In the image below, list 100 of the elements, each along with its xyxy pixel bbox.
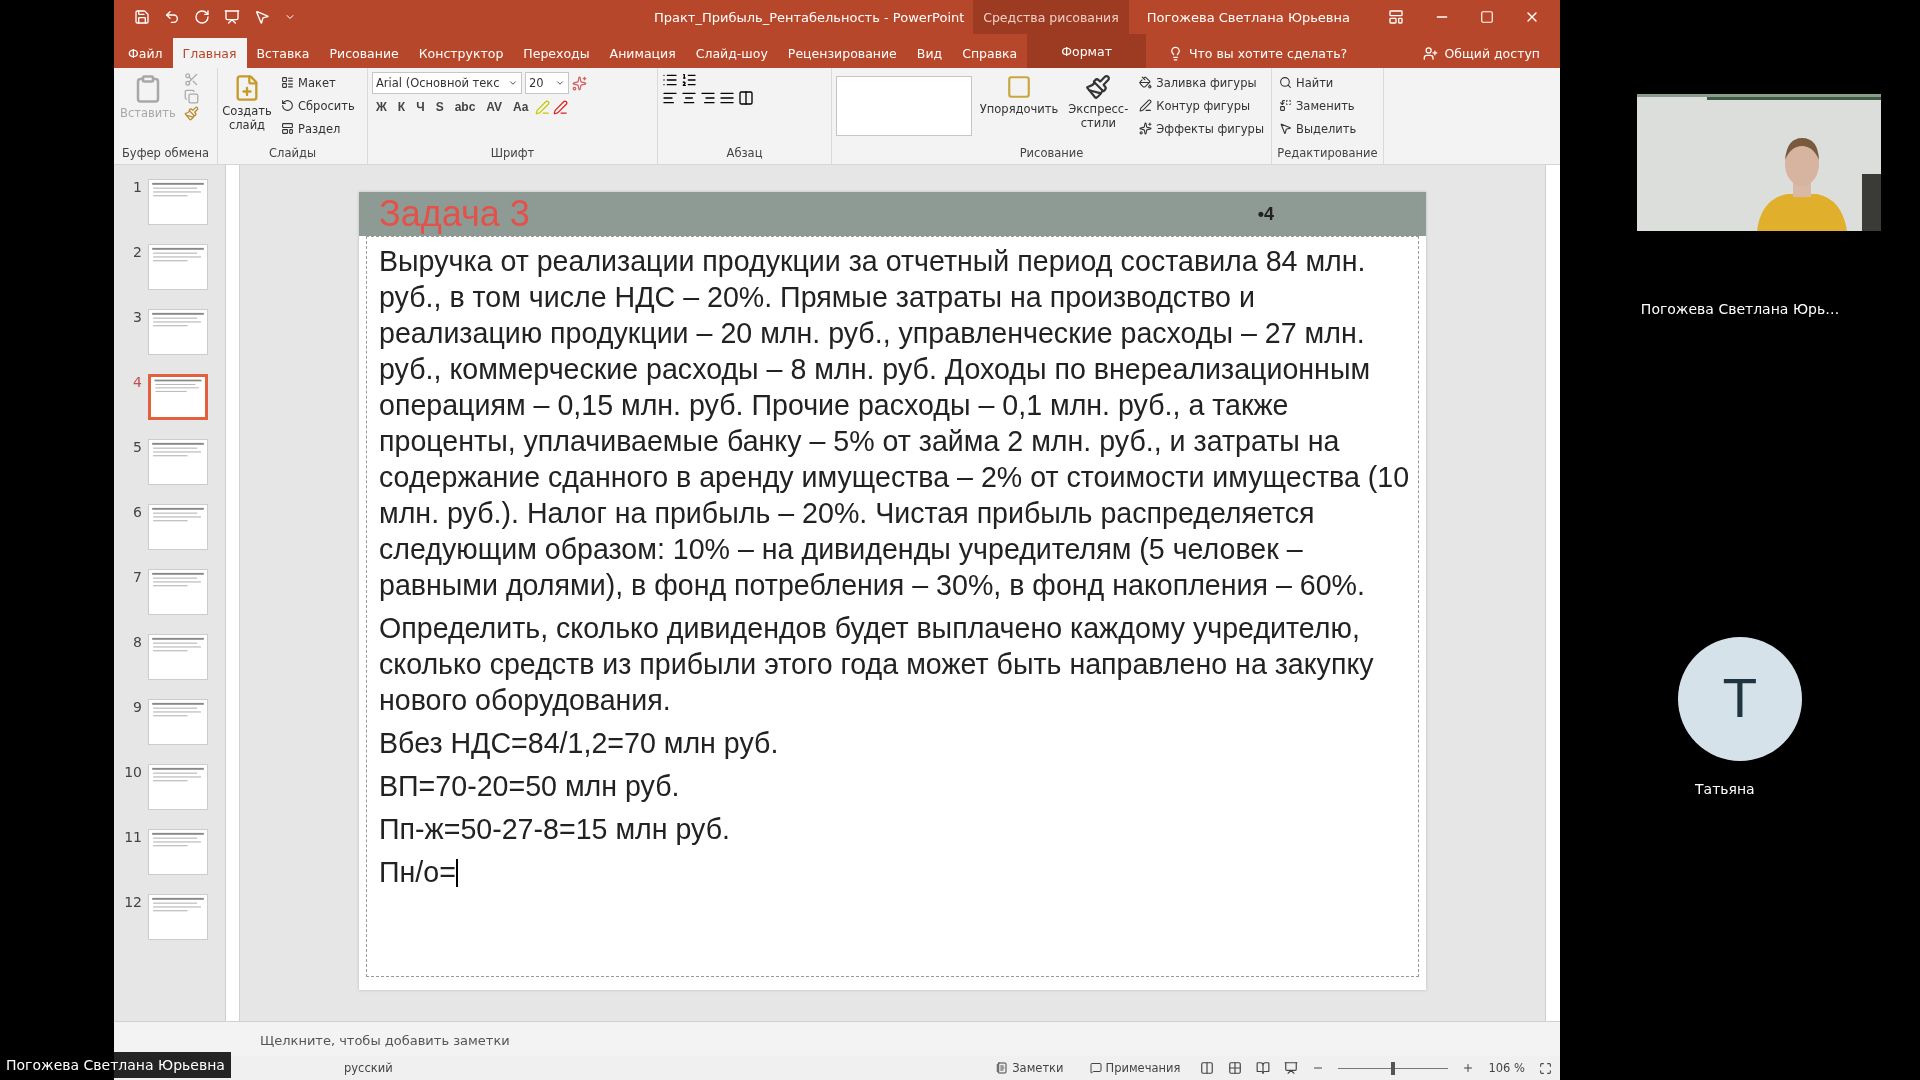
maximize-icon[interactable] <box>1480 10 1494 24</box>
ribbon-tab[interactable]: Справка <box>952 38 1028 68</box>
slide-thumbnail[interactable] <box>148 894 208 940</box>
ribbon-tab[interactable]: Вставка <box>246 38 320 68</box>
reading-view-icon[interactable] <box>1256 1061 1271 1075</box>
font-color-icon[interactable] <box>553 99 569 115</box>
ribbon-tab[interactable]: Переходы <box>513 38 600 68</box>
layout-icon <box>281 76 294 89</box>
scrollbar[interactable] <box>1545 165 1560 1021</box>
comments-button[interactable]: Примечания <box>1083 1060 1187 1076</box>
ribbon-display-icon[interactable] <box>1388 9 1404 25</box>
numbering-icon[interactable] <box>681 72 697 88</box>
slide-title: Задача 3 <box>379 193 530 235</box>
slide-number: •4 <box>1257 203 1274 225</box>
shape-format-button[interactable]: Заливка фигуры <box>1136 72 1267 93</box>
slideshow-icon[interactable] <box>1284 1061 1299 1075</box>
undo-icon[interactable] <box>164 9 180 25</box>
contextual-tab-group: Средства рисования <box>973 0 1129 34</box>
format-button[interactable]: К <box>393 96 410 118</box>
slide-thumbnail[interactable] <box>148 699 208 745</box>
format-button[interactable]: AV <box>482 96 507 118</box>
columns-icon[interactable] <box>738 90 754 106</box>
align-right-icon[interactable] <box>700 90 716 106</box>
search-icon <box>1279 76 1292 89</box>
slide-paragraph: Пп-ж=50-27-8=15 млн руб. <box>379 812 731 847</box>
editing-button[interactable]: Выделить <box>1276 118 1360 139</box>
zoom-slider-thumb[interactable] <box>1391 1061 1396 1075</box>
notes-placeholder[interactable]: Щелкните, чтобы добавить заметки <box>260 1033 510 1048</box>
redo-icon[interactable] <box>194 9 210 25</box>
slide-paragraph: Вбез НДС=84/1,2=70 млн руб. <box>379 726 780 761</box>
ribbon-tab[interactable]: Главная <box>172 38 247 68</box>
ribbon-tab[interactable]: Рисование <box>319 38 409 68</box>
font-size-field[interactable]: 20 <box>525 72 569 94</box>
ribbon-tab[interactable]: Рецензирование <box>777 38 907 68</box>
zoom-in-icon[interactable] <box>1462 1062 1475 1074</box>
slides-menu-button[interactable]: Макет <box>278 72 358 93</box>
slide-thumbnail[interactable] <box>148 309 208 355</box>
normal-view-icon[interactable] <box>1200 1061 1215 1075</box>
scrollbar[interactable] <box>226 165 240 1021</box>
slide-number: 2 <box>132 244 142 260</box>
ribbon-tab[interactable]: Конструктор <box>408 38 514 68</box>
brush-icon <box>1085 74 1112 100</box>
arrange-button[interactable]: Упорядочить <box>977 72 1061 146</box>
slide-thumbnail[interactable] <box>148 829 208 875</box>
copy-icon[interactable] <box>183 89 199 104</box>
editing-button[interactable]: Найти <box>1276 72 1360 93</box>
justify-icon[interactable] <box>719 90 735 106</box>
format-button[interactable]: Ж <box>372 96 391 118</box>
presentation-icon[interactable] <box>224 9 240 25</box>
comment-icon <box>1089 1062 1102 1074</box>
slide-thumbnail[interactable] <box>148 569 208 615</box>
sparkle-icon <box>1139 122 1153 135</box>
share-button[interactable]: Общий доступ <box>1417 38 1546 68</box>
slide-thumbnail[interactable] <box>148 244 208 290</box>
caret-icon <box>508 78 518 88</box>
align-center-icon[interactable] <box>681 90 697 106</box>
font-name-field[interactable]: Arial (Основной текс <box>372 72 522 94</box>
new-slide-button[interactable]: Создать слайд <box>222 72 272 146</box>
slide-thumbnail[interactable] <box>148 439 208 485</box>
cut-icon[interactable] <box>183 72 199 87</box>
sorter-view-icon[interactable] <box>1228 1061 1243 1075</box>
slides-menu-button[interactable]: Сбросить <box>278 95 358 116</box>
format-button[interactable]: abc <box>450 96 480 118</box>
editing-button[interactable]: Заменить <box>1276 95 1360 116</box>
quick-styles-button[interactable]: Экспресс-стили <box>1066 72 1131 146</box>
format-button[interactable]: Aa <box>509 96 533 118</box>
slide-thumbnail[interactable] <box>148 764 208 810</box>
slide-thumbnail[interactable] <box>148 179 208 225</box>
group-label: Шрифт <box>489 146 536 162</box>
ribbon-tab[interactable]: Вид <box>906 38 953 68</box>
notes-button[interactable]: Заметки <box>990 1060 1070 1076</box>
slide-thumbnail[interactable] <box>148 504 208 550</box>
ribbon-tab[interactable]: Анимация <box>599 38 686 68</box>
group-label: Редактирование <box>1276 146 1379 162</box>
replace-icon <box>1279 99 1292 112</box>
tell-me-field[interactable]: Что вы хотите сделать? <box>1161 38 1354 68</box>
window-title: Практ_Прибыль_Рентабельность - PowerPoint <box>654 9 965 25</box>
slide-paragraph: Выручка от реализации продукции за отчетный период составила 84 млн. руб., в том числе НДС – 20%. Прямые затраты на производство и реализацию продукции – 20 млн. руб., управленческие расходы – 27 млн. руб., коммерческие расходы – 8 млн. руб. Доходы по внереализационным операциям – 0,15 млн. руб. Прочие расходы – 0,1 млн. руб., а также проценты, уплачиваемые банку – 5% от займа 2 млн. руб., и затраты на содержание сданного в аренду имущества – 2% от стоимости имущества (10 млн. руб.). Налог на прибыль – 20%. Чистая прибыль распределяется следующим образом: 10% – на дивиденды учредителям (5 человек – равными долями), в фонд потребления – 30%, в фонд накопления – 60%. <box>379 244 1411 603</box>
zoom-level[interactable]: 106 % <box>1488 1061 1525 1075</box>
section-icon <box>281 122 294 135</box>
fit-slide-icon[interactable] <box>1539 1061 1552 1075</box>
ribbon-tab[interactable]: Формат <box>1027 34 1146 68</box>
slide-thumbnail[interactable] <box>148 634 208 680</box>
format-painter-icon[interactable] <box>183 106 199 121</box>
save-icon[interactable] <box>134 9 150 25</box>
bullets-icon[interactable] <box>662 72 678 88</box>
shape-format-button[interactable]: Контур фигуры <box>1136 95 1267 116</box>
slide-number: 8 <box>132 634 142 650</box>
format-button[interactable]: S <box>431 96 448 118</box>
ribbon-tab[interactable]: Файл <box>118 38 173 68</box>
group-label: Буфер обмена <box>121 146 210 162</box>
slide-number: 12 <box>123 894 142 910</box>
participant-name: Татьяна <box>1695 781 1755 797</box>
slide-thumbnail[interactable] <box>148 374 208 420</box>
ribbon-tab[interactable]: Слайд-шоу <box>685 38 778 68</box>
shape-format-button[interactable]: Эффекты фигуры <box>1136 118 1267 139</box>
align-left-icon[interactable] <box>662 90 678 106</box>
format-button[interactable]: Ч <box>412 96 429 118</box>
slides-menu-button[interactable]: Раздел <box>278 118 358 139</box>
language-indicator[interactable]: русский <box>344 1061 393 1075</box>
